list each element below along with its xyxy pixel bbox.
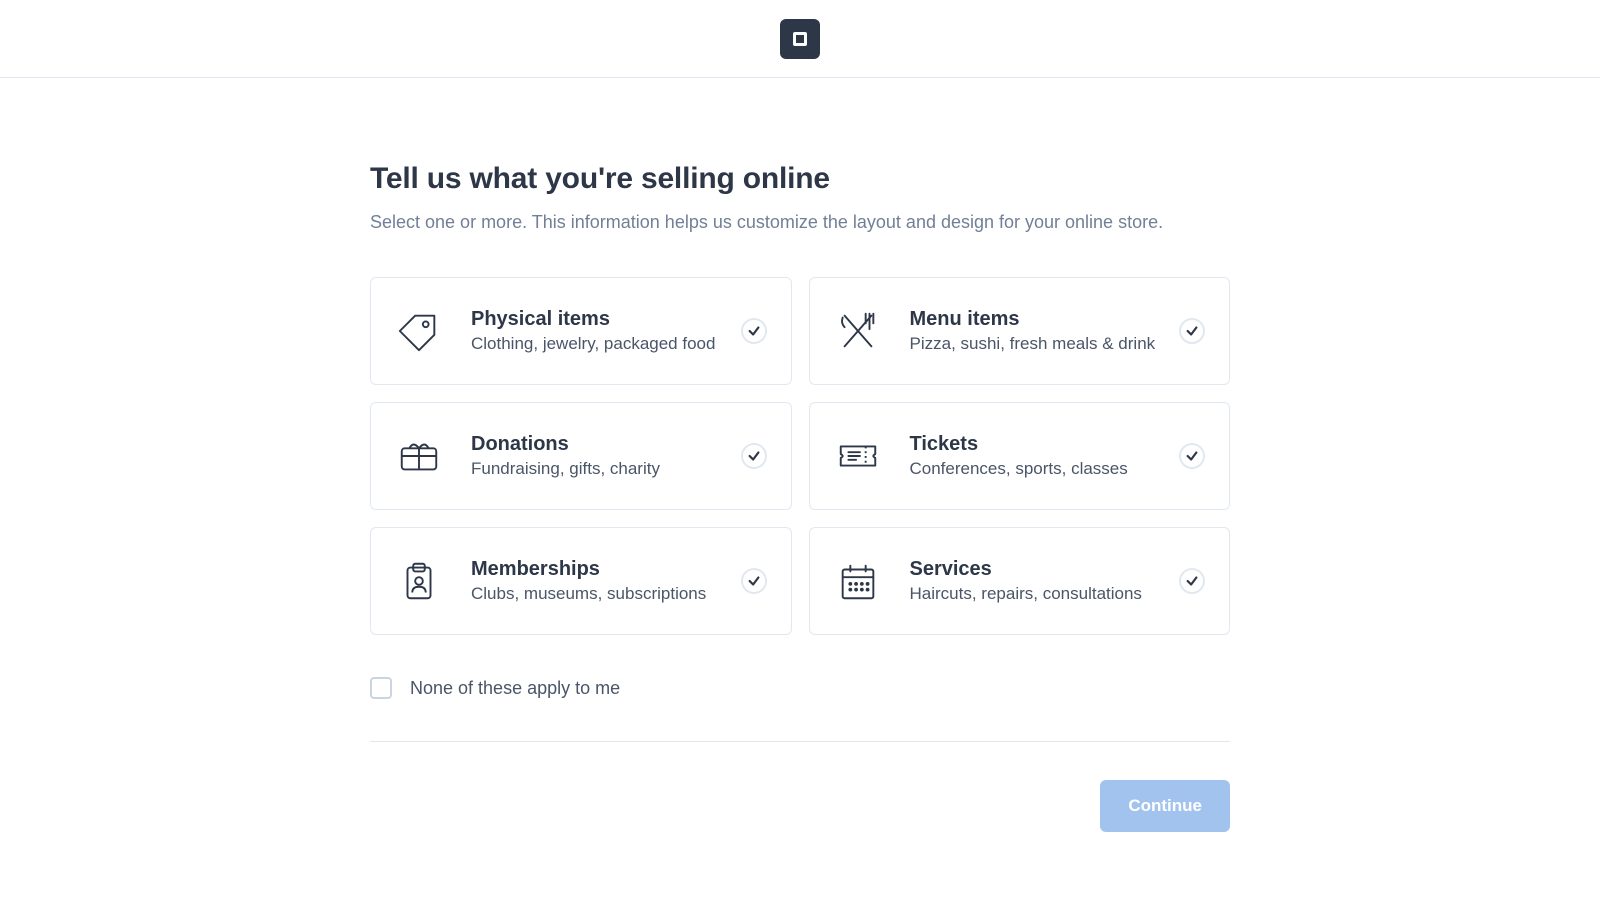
option-tickets[interactable]: Tickets Conferences, sports, classes (809, 402, 1231, 510)
ticket-icon (834, 432, 882, 480)
tag-icon (395, 307, 443, 355)
check-indicator (741, 568, 767, 594)
option-text: Menu items Pizza, sushi, fresh meals & d… (910, 308, 1168, 354)
option-title: Menu items (910, 308, 1168, 331)
option-title: Services (910, 558, 1168, 581)
option-text: Donations Fundraising, gifts, charity (471, 433, 729, 479)
option-desc: Clothing, jewelry, packaged food (471, 334, 729, 354)
option-desc: Fundraising, gifts, charity (471, 459, 729, 479)
options-grid: Physical items Clothing, jewelry, packag… (370, 277, 1230, 635)
check-indicator (741, 443, 767, 469)
option-title: Tickets (910, 433, 1168, 456)
option-text: Services Haircuts, repairs, consultation… (910, 558, 1168, 604)
page-subtitle: Select one or more. This information hel… (370, 210, 1230, 235)
option-services[interactable]: Services Haircuts, repairs, consultation… (809, 527, 1231, 635)
option-title: Memberships (471, 558, 729, 581)
option-desc: Pizza, sushi, fresh meals & drink (910, 334, 1168, 354)
option-desc: Conferences, sports, classes (910, 459, 1168, 479)
option-text: Physical items Clothing, jewelry, packag… (471, 308, 729, 354)
check-indicator (741, 318, 767, 344)
none-checkbox[interactable] (370, 677, 392, 699)
option-desc: Haircuts, repairs, consultations (910, 584, 1168, 604)
option-title: Donations (471, 433, 729, 456)
option-text: Tickets Conferences, sports, classes (910, 433, 1168, 479)
check-indicator (1179, 318, 1205, 344)
option-desc: Clubs, museums, subscriptions (471, 584, 729, 604)
gift-icon (395, 432, 443, 480)
none-label: None of these apply to me (410, 678, 620, 699)
badge-icon (395, 557, 443, 605)
check-indicator (1179, 568, 1205, 594)
main-content: Tell us what you're selling online Selec… (370, 162, 1230, 872)
fork-knife-icon (834, 307, 882, 355)
option-memberships[interactable]: Memberships Clubs, museums, subscription… (370, 527, 792, 635)
app-header (0, 0, 1600, 78)
option-title: Physical items (471, 308, 729, 331)
continue-button[interactable]: Continue (1100, 780, 1230, 832)
square-logo-inner (793, 32, 807, 46)
check-indicator (1179, 443, 1205, 469)
option-menu-items[interactable]: Menu items Pizza, sushi, fresh meals & d… (809, 277, 1231, 385)
square-logo (780, 19, 820, 59)
page-title: Tell us what you're selling online (370, 162, 1230, 196)
none-option-row: None of these apply to me (370, 677, 1230, 699)
option-physical-items[interactable]: Physical items Clothing, jewelry, packag… (370, 277, 792, 385)
footer-actions: Continue (370, 780, 1230, 832)
calendar-icon (834, 557, 882, 605)
option-donations[interactable]: Donations Fundraising, gifts, charity (370, 402, 792, 510)
divider (370, 741, 1230, 742)
option-text: Memberships Clubs, museums, subscription… (471, 558, 729, 604)
